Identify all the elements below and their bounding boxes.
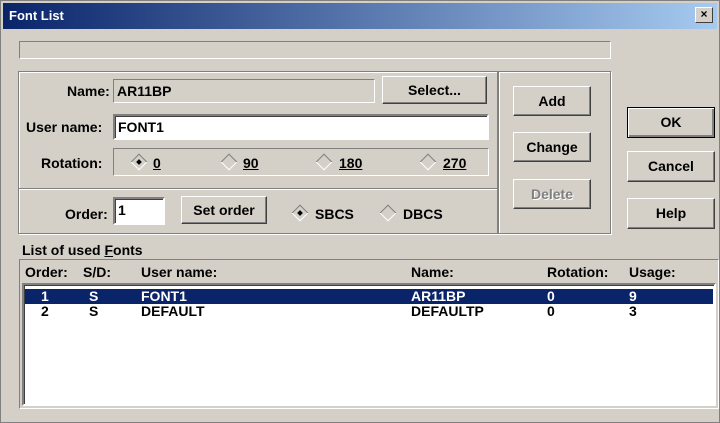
delete-button[interactable]: Delete [513,179,591,209]
column-header-rotation: Rotation: [547,264,609,280]
rotation-label: Rotation: [41,155,103,171]
cell-usage: 3 [629,303,637,319]
fonts-list-title: List of used Fonts [22,242,143,258]
rotation-label-180[interactable]: 180 [339,155,362,171]
rotation-label-270[interactable]: 270 [443,155,466,171]
cell-sd: S [89,288,99,304]
table-row[interactable]: 2 S DEFAULT DEFAULTP 0 3 [25,304,713,319]
dbcs-label[interactable]: DBCS [403,206,443,222]
rotation-label-90[interactable]: 90 [243,155,259,171]
name-label: Name: [67,83,110,99]
select-button[interactable]: Select... [382,76,487,104]
cell-name: DEFAULTP [411,303,484,319]
name-field: AR11BP [113,79,375,103]
cell-order: 1 [41,288,49,304]
column-header-usage: Usage: [629,264,676,280]
help-button[interactable]: Help [627,198,715,229]
set-order-button[interactable]: Set order [181,196,267,224]
column-header-sd: S/D: [83,264,111,280]
cell-name: AR11BP [411,288,466,304]
rotation-label-0[interactable]: 0 [153,155,161,171]
cell-rotation: 0 [547,288,555,304]
cancel-button[interactable]: Cancel [627,151,715,182]
font-list-dialog: Font List × Name: AR11BP Select... User … [0,0,720,423]
table-row[interactable]: 1 S FONT1 AR11BP 0 9 [25,289,713,304]
user-name-label: User name: [26,119,103,135]
status-bar [19,41,611,59]
cell-order: 2 [41,303,49,319]
window-title: Font List [9,8,64,23]
cell-user-name: FONT1 [141,288,187,304]
fonts-list[interactable]: 1 S FONT1 AR11BP 0 9 2 S DEFAULT DEFAULT… [22,283,716,406]
column-header-order: Order: [25,264,68,280]
sbcs-label[interactable]: SBCS [315,206,354,222]
cell-usage: 9 [629,288,637,304]
add-button[interactable]: Add [513,86,591,116]
ok-button[interactable]: OK [627,107,715,138]
order-label: Order: [65,206,108,222]
order-input[interactable]: 1 [113,197,165,225]
change-button[interactable]: Change [513,132,591,162]
title-bar[interactable]: Font List × [3,3,717,29]
cell-rotation: 0 [547,303,555,319]
column-header-name: Name: [411,264,454,280]
user-name-input[interactable]: FONT1 [113,114,489,140]
close-button[interactable]: × [695,7,713,23]
column-header-user-name: User name: [141,264,218,280]
cell-user-name: DEFAULT [141,303,205,319]
cell-sd: S [89,303,99,319]
